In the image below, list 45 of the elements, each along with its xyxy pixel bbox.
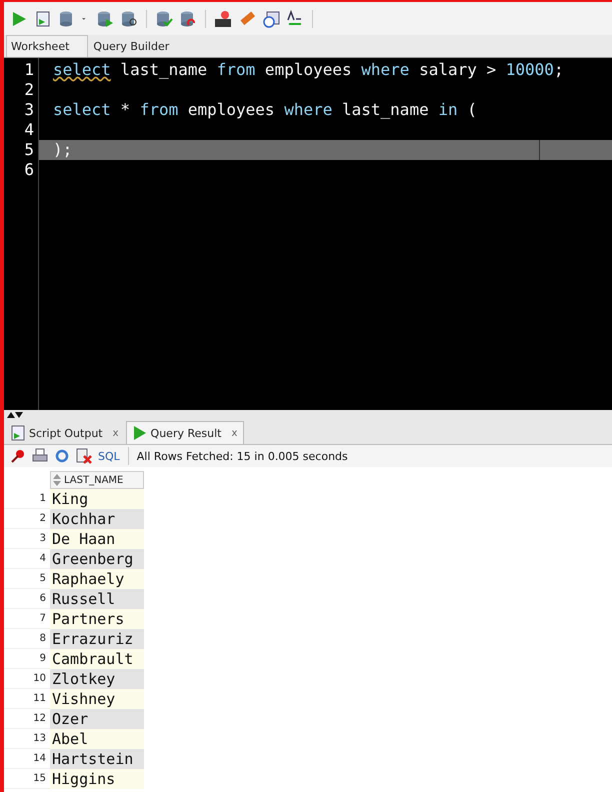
line-number: 2 [23,80,35,100]
line-number: 4 [23,120,35,140]
table-cell: Raphaely [50,569,144,589]
table-cell: Russell [50,589,144,609]
table-cell: Kochhar [50,509,144,529]
table-cell: Errazuriz [50,629,144,649]
table-cell: Abel [50,729,144,749]
table-cell: Zlotkey [50,669,144,689]
table-cell: Vishney [50,689,144,709]
document-icon [11,425,25,441]
line-number: 6 [23,160,35,180]
database-undo-icon[interactable] [179,10,197,28]
code-line: select * from employees where last_name in ( [52,100,478,120]
editor-tab[interactable]: Worksheet [6,35,88,57]
printer-icon[interactable] [32,448,48,464]
run-icon[interactable] [10,10,28,28]
sql-link[interactable]: SQL [98,450,120,462]
table-cell: Partners [50,609,144,629]
line-number: 3 [23,100,35,120]
eraser-icon[interactable] [238,10,256,28]
line-number: 5 [23,140,35,160]
line-number: 1 [23,60,35,80]
table-cell: Cambrault [50,649,144,669]
table-cell: Hartstein [50,749,144,769]
result-tab[interactable]: Query Result x [126,421,244,444]
table-cell: Greenberg [50,549,144,569]
code-line: select last_name from employees where salary > 10000; [52,60,565,80]
pin-icon[interactable] [10,448,26,464]
column-header[interactable]: LAST_NAME [50,471,144,489]
table-cell: De Haan [50,529,144,549]
result-tab[interactable]: Script Output x [4,421,126,444]
status-text: All Rows Fetched: 15 in 0.005 seconds [136,450,348,462]
document-icon[interactable] [34,10,52,28]
table-cell: Ozer [50,709,144,729]
collapse-arrows-icon[interactable] [6,412,24,418]
database-icon[interactable] [96,10,114,28]
clear-icon[interactable] [76,448,92,464]
table-cell: Higgins [50,769,144,789]
editor-tab[interactable]: Query Builder [88,35,188,57]
column-title: LAST_NAME [64,474,124,486]
database-search-icon[interactable] [120,10,138,28]
run-icon [132,425,147,441]
table-cell: King [50,489,144,509]
sort-icon [53,474,61,486]
database-check-icon[interactable] [155,10,173,28]
